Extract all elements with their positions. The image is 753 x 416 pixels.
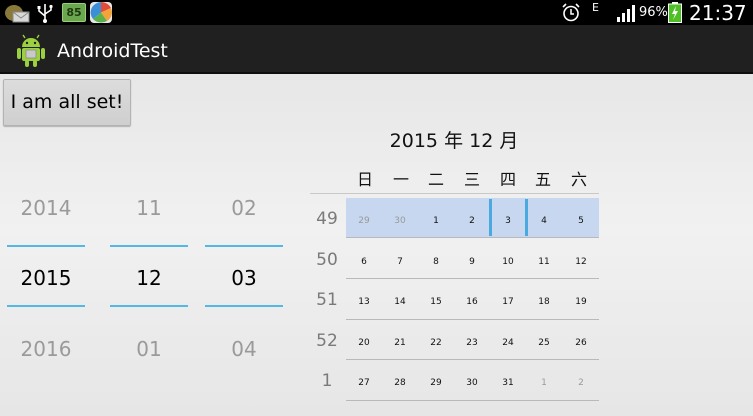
year-next[interactable]: 2016 xyxy=(7,337,85,361)
week-number: 49 xyxy=(316,209,338,229)
android-icon xyxy=(17,34,45,67)
calendar-day[interactable]: 19 xyxy=(563,297,599,307)
calendar-day[interactable]: 1 xyxy=(526,378,562,388)
spinner-divider xyxy=(110,305,188,307)
battery-percent: 96% xyxy=(639,5,668,20)
week-number: 52 xyxy=(316,331,338,351)
spinner-divider xyxy=(7,245,85,247)
month-current[interactable]: 12 xyxy=(110,266,188,290)
calendar-day[interactable]: 2 xyxy=(563,378,599,388)
calendar-day[interactable]: 2 xyxy=(454,216,490,226)
weekday-label: 一 xyxy=(392,170,409,189)
day-prev[interactable]: 02 xyxy=(205,196,283,220)
month-prev[interactable]: 11 xyxy=(110,196,188,220)
calendar-day[interactable]: 22 xyxy=(418,338,454,348)
calendar-day[interactable]: 11 xyxy=(526,257,562,267)
calendar-day[interactable]: 25 xyxy=(526,338,562,348)
week-number: 1 xyxy=(321,371,333,391)
year-prev[interactable]: 2014 xyxy=(7,196,85,220)
calendar-day[interactable]: 30 xyxy=(382,216,418,226)
calendar-day[interactable]: 10 xyxy=(490,257,526,267)
calendar-day[interactable]: 13 xyxy=(346,297,382,307)
calendar-day[interactable]: 1 xyxy=(418,216,454,226)
email-icon xyxy=(5,5,30,23)
clock: 21:37 xyxy=(689,1,747,25)
calendar-day[interactable]: 8 xyxy=(418,257,454,267)
month-spinner[interactable]: 11 12 01 xyxy=(110,178,188,378)
network-type: E xyxy=(592,1,599,14)
week-number: 51 xyxy=(316,290,338,310)
week-row-divider xyxy=(346,237,599,238)
calendar-day[interactable]: 21 xyxy=(382,338,418,348)
calendar-day[interactable]: 18 xyxy=(526,297,562,307)
calendar-day[interactable]: 9 xyxy=(454,257,490,267)
calendar-day[interactable]: 16 xyxy=(454,297,490,307)
signal-icon xyxy=(617,5,635,22)
week-row-divider xyxy=(346,319,599,320)
day-current[interactable]: 03 xyxy=(205,266,283,290)
calendar-day[interactable]: 15 xyxy=(418,297,454,307)
status-bar: 85 E 96% 21:37 xyxy=(0,0,753,25)
battery-app-icon: 85 xyxy=(62,3,86,22)
week-row-divider xyxy=(346,359,599,360)
spinner-divider xyxy=(110,245,188,247)
year-spinner[interactable]: 2014 2015 2016 xyxy=(7,178,85,378)
weekday-label: 日 xyxy=(356,170,373,189)
app-title: AndroidTest xyxy=(57,40,168,62)
calendar-day[interactable]: 29 xyxy=(346,216,382,226)
weekday-label: 五 xyxy=(534,170,551,189)
calendar-day[interactable]: 14 xyxy=(382,297,418,307)
calendar-day[interactable]: 27 xyxy=(346,378,382,388)
weekday-label: 三 xyxy=(463,170,480,189)
calendar-day-selected[interactable]: 3 xyxy=(490,216,526,226)
week-row-divider xyxy=(346,400,599,401)
calendar-day[interactable]: 4 xyxy=(526,216,562,226)
spinner-divider xyxy=(7,305,85,307)
calendar-day[interactable]: 28 xyxy=(382,378,418,388)
calendar-day[interactable]: 20 xyxy=(346,338,382,348)
week-number: 50 xyxy=(316,250,338,270)
alarm-icon xyxy=(562,3,580,22)
spinner-divider xyxy=(205,245,283,247)
spinner-divider xyxy=(205,305,283,307)
calendar-day[interactable]: 12 xyxy=(563,257,599,267)
calendar-day[interactable]: 30 xyxy=(454,378,490,388)
calendar-day[interactable]: 29 xyxy=(418,378,454,388)
all-set-button[interactable]: I am all set! xyxy=(3,79,131,126)
weekday-label: 六 xyxy=(570,170,587,189)
day-next[interactable]: 04 xyxy=(205,337,283,361)
calendar-header-divider xyxy=(310,193,599,194)
calendar-day[interactable]: 7 xyxy=(382,257,418,267)
year-current[interactable]: 2015 xyxy=(7,266,85,290)
calendar-day[interactable]: 6 xyxy=(346,257,382,267)
usb-icon xyxy=(37,4,53,23)
calendar-day[interactable]: 31 xyxy=(490,378,526,388)
week-row-divider xyxy=(346,278,599,279)
day-spinner[interactable]: 02 03 04 xyxy=(205,178,283,378)
app-icon xyxy=(90,2,112,23)
calendar-day[interactable]: 26 xyxy=(563,338,599,348)
calendar-day[interactable]: 5 xyxy=(563,216,599,226)
weekday-label: 二 xyxy=(427,170,444,189)
weekday-label: 四 xyxy=(499,170,516,189)
month-next[interactable]: 01 xyxy=(110,337,188,361)
calendar-day[interactable]: 24 xyxy=(490,338,526,348)
calendar-day[interactable]: 23 xyxy=(454,338,490,348)
calendar-title: 2015 年 12 月 xyxy=(389,130,519,152)
calendar-day[interactable]: 17 xyxy=(490,297,526,307)
battery-icon xyxy=(668,2,682,23)
